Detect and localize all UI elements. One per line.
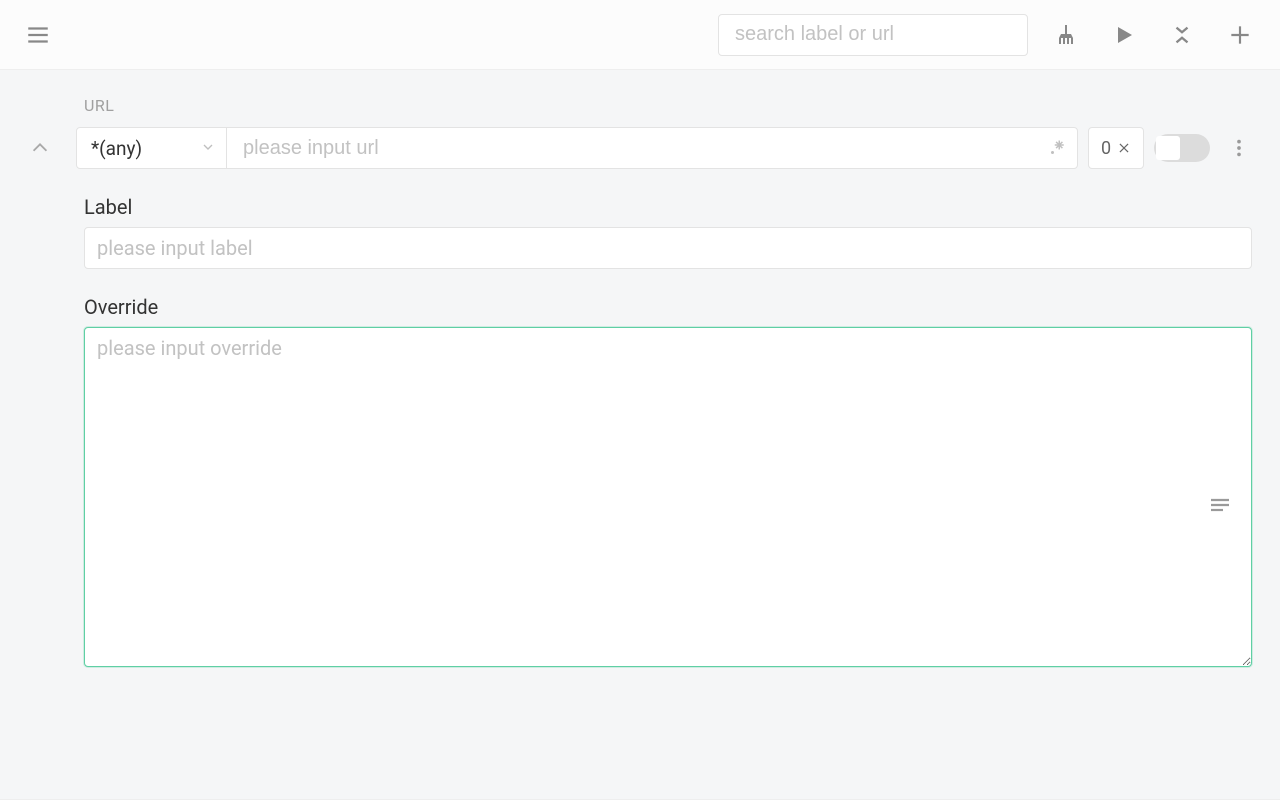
collapse-all-icon[interactable] [1162, 15, 1202, 55]
hit-count-badge[interactable]: 0 [1088, 127, 1144, 169]
format-lines-icon[interactable] [1204, 489, 1236, 521]
top-bar [0, 0, 1280, 70]
hit-count-value: 0 [1101, 138, 1111, 159]
label-heading: Label [84, 195, 1270, 219]
url-input[interactable] [227, 128, 1037, 168]
protocol-select[interactable]: *(any) [77, 128, 227, 168]
search-input[interactable] [718, 14, 1028, 56]
chevron-down-icon [200, 137, 216, 160]
url-section-label: URL [84, 96, 1270, 115]
broom-icon[interactable] [1046, 15, 1086, 55]
label-input[interactable] [84, 227, 1252, 269]
toggle-knob [1156, 136, 1180, 160]
menu-icon[interactable] [24, 21, 52, 49]
protocol-selected-value: *(any) [91, 137, 142, 160]
rule-editor: URL *(any) [0, 70, 1280, 800]
play-icon[interactable] [1104, 15, 1144, 55]
regex-icon[interactable] [1037, 128, 1077, 168]
override-wrap [84, 327, 1252, 667]
url-row: *(any) 0 [10, 127, 1270, 169]
chevron-up-icon[interactable] [20, 128, 60, 168]
enable-toggle[interactable] [1154, 134, 1210, 162]
plus-icon[interactable] [1220, 15, 1260, 55]
more-vertical-icon[interactable] [1224, 128, 1254, 168]
url-compound-input: *(any) [76, 127, 1078, 169]
override-heading: Override [84, 295, 1270, 319]
close-icon [1117, 141, 1131, 155]
override-textarea[interactable] [84, 327, 1252, 667]
